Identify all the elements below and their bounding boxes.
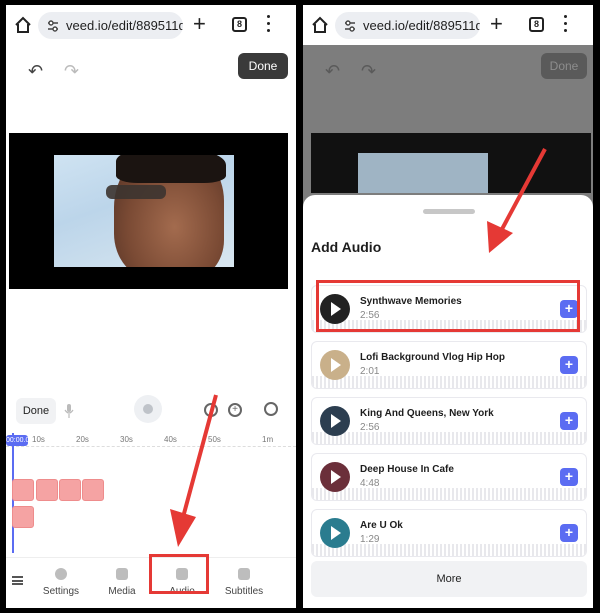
settings-gear-icon[interactable] (264, 402, 278, 416)
waveform (312, 376, 586, 388)
new-tab-icon[interactable]: + (490, 13, 503, 35)
red-arrow (487, 148, 547, 253)
done-button: Done (541, 53, 587, 79)
track-name: Are U Ok (360, 520, 403, 531)
waveform (312, 544, 586, 556)
person-hair (116, 155, 226, 183)
more-options-icon[interactable] (564, 15, 568, 33)
sheet-drag-handle[interactable] (423, 209, 475, 214)
track-name: King And Queens, New York (360, 408, 494, 419)
video-frame (54, 155, 234, 267)
redo-icon: ↷ (361, 61, 377, 81)
ruler-mark: 20s (76, 435, 89, 444)
ruler-mark: 10s (32, 435, 45, 444)
address-bar[interactable]: veed.io/edit/889511d… (335, 12, 480, 39)
play-icon[interactable] (320, 406, 350, 436)
playhead-time: 00:00.0 (6, 435, 30, 446)
url-text: veed.io/edit/889511d (66, 18, 183, 33)
video-clip[interactable] (36, 479, 58, 501)
browser-toolbar: veed.io/edit/889511d… + 8 (303, 5, 593, 45)
tab-switcher-button[interactable]: 8 (232, 17, 247, 32)
track-name: Deep House In Cafe (360, 464, 454, 475)
audio-track-item[interactable]: King And Queens, New York 2:56 + (311, 397, 587, 445)
nav-subtitles[interactable]: Subtitles (214, 564, 274, 597)
new-tab-icon[interactable]: + (193, 13, 206, 35)
record-button[interactable] (134, 395, 162, 423)
video-preview[interactable] (9, 133, 288, 289)
audio-track-item[interactable]: Deep House In Cafe 4:48 + (311, 453, 587, 501)
zoom-in-icon[interactable]: + (228, 403, 242, 417)
site-settings-icon[interactable] (343, 19, 357, 33)
nav-settings[interactable]: Settings (31, 564, 91, 597)
right-screen: veed.io/edit/889511d… + 8 ↶ ↷ Done Add A… (303, 5, 593, 608)
address-bar[interactable]: veed.io/edit/889511d (38, 12, 183, 39)
video-clip[interactable] (12, 506, 34, 528)
tab-switcher-button[interactable]: 8 (529, 17, 544, 32)
video-clip[interactable] (12, 479, 34, 501)
more-options-icon[interactable] (267, 15, 271, 33)
nav-media[interactable]: Media (92, 564, 152, 597)
left-screen: veed.io/edit/889511d + 8 ↶ ↷ Done Done +… (6, 5, 296, 608)
add-track-button[interactable]: + (560, 412, 578, 430)
redo-icon[interactable]: ↷ (64, 61, 79, 82)
site-settings-icon[interactable] (46, 19, 60, 33)
timeline-ruler: 10s 20s 30s 40s 50s 1m (6, 433, 296, 447)
track-duration: 2:01 (360, 366, 380, 377)
browser-toolbar: veed.io/edit/889511d + 8 (6, 5, 296, 45)
play-icon[interactable] (320, 518, 350, 548)
ruler-mark: 30s (120, 435, 133, 444)
ruler-mark: 1m (262, 435, 274, 444)
track-name: Lofi Background Vlog Hip Hop (360, 352, 505, 363)
track-duration: 2:56 (360, 422, 380, 433)
play-icon[interactable] (320, 462, 350, 492)
track-duration: 4:48 (360, 478, 380, 489)
audio-highlight-box (149, 554, 209, 594)
track-highlight-box (316, 280, 580, 332)
sheet-title: Add Audio (311, 239, 382, 255)
add-track-button[interactable]: + (560, 356, 578, 374)
nav-subtitles-label: Subtitles (224, 586, 264, 597)
sunglasses (106, 185, 166, 199)
waveform (312, 488, 586, 500)
nav-media-label: Media (108, 586, 136, 597)
play-icon[interactable] (320, 350, 350, 380)
timeline-done-button[interactable]: Done (16, 398, 56, 424)
timeline-track-area[interactable] (6, 447, 296, 557)
video-clip[interactable] (82, 479, 104, 501)
undo-icon: ↶ (325, 61, 341, 81)
waveform (312, 432, 586, 444)
add-track-button[interactable]: + (560, 468, 578, 486)
track-duration: 1:29 (360, 534, 380, 545)
red-arrow (170, 394, 218, 547)
add-track-button[interactable]: + (560, 524, 578, 542)
more-button[interactable]: More (311, 561, 587, 597)
settings-icon (55, 568, 67, 580)
video-frame (358, 153, 488, 193)
video-clip[interactable] (59, 479, 81, 501)
home-icon[interactable] (311, 16, 329, 34)
home-icon[interactable] (14, 16, 32, 34)
audio-track-item[interactable]: Lofi Background Vlog Hip Hop 2:01 + (311, 341, 587, 389)
subtitles-icon (238, 568, 250, 580)
audio-track-item[interactable]: Are U Ok 1:29 + (311, 509, 587, 557)
media-icon (116, 568, 128, 580)
menu-icon[interactable] (12, 576, 23, 585)
done-button[interactable]: Done (238, 53, 288, 79)
nav-settings-label: Settings (42, 586, 80, 597)
microphone-icon[interactable] (64, 404, 74, 418)
undo-icon[interactable]: ↶ (28, 61, 43, 82)
url-text: veed.io/edit/889511d… (363, 18, 480, 33)
screenshot-frame: veed.io/edit/889511d + 8 ↶ ↷ Done Done +… (0, 0, 600, 613)
